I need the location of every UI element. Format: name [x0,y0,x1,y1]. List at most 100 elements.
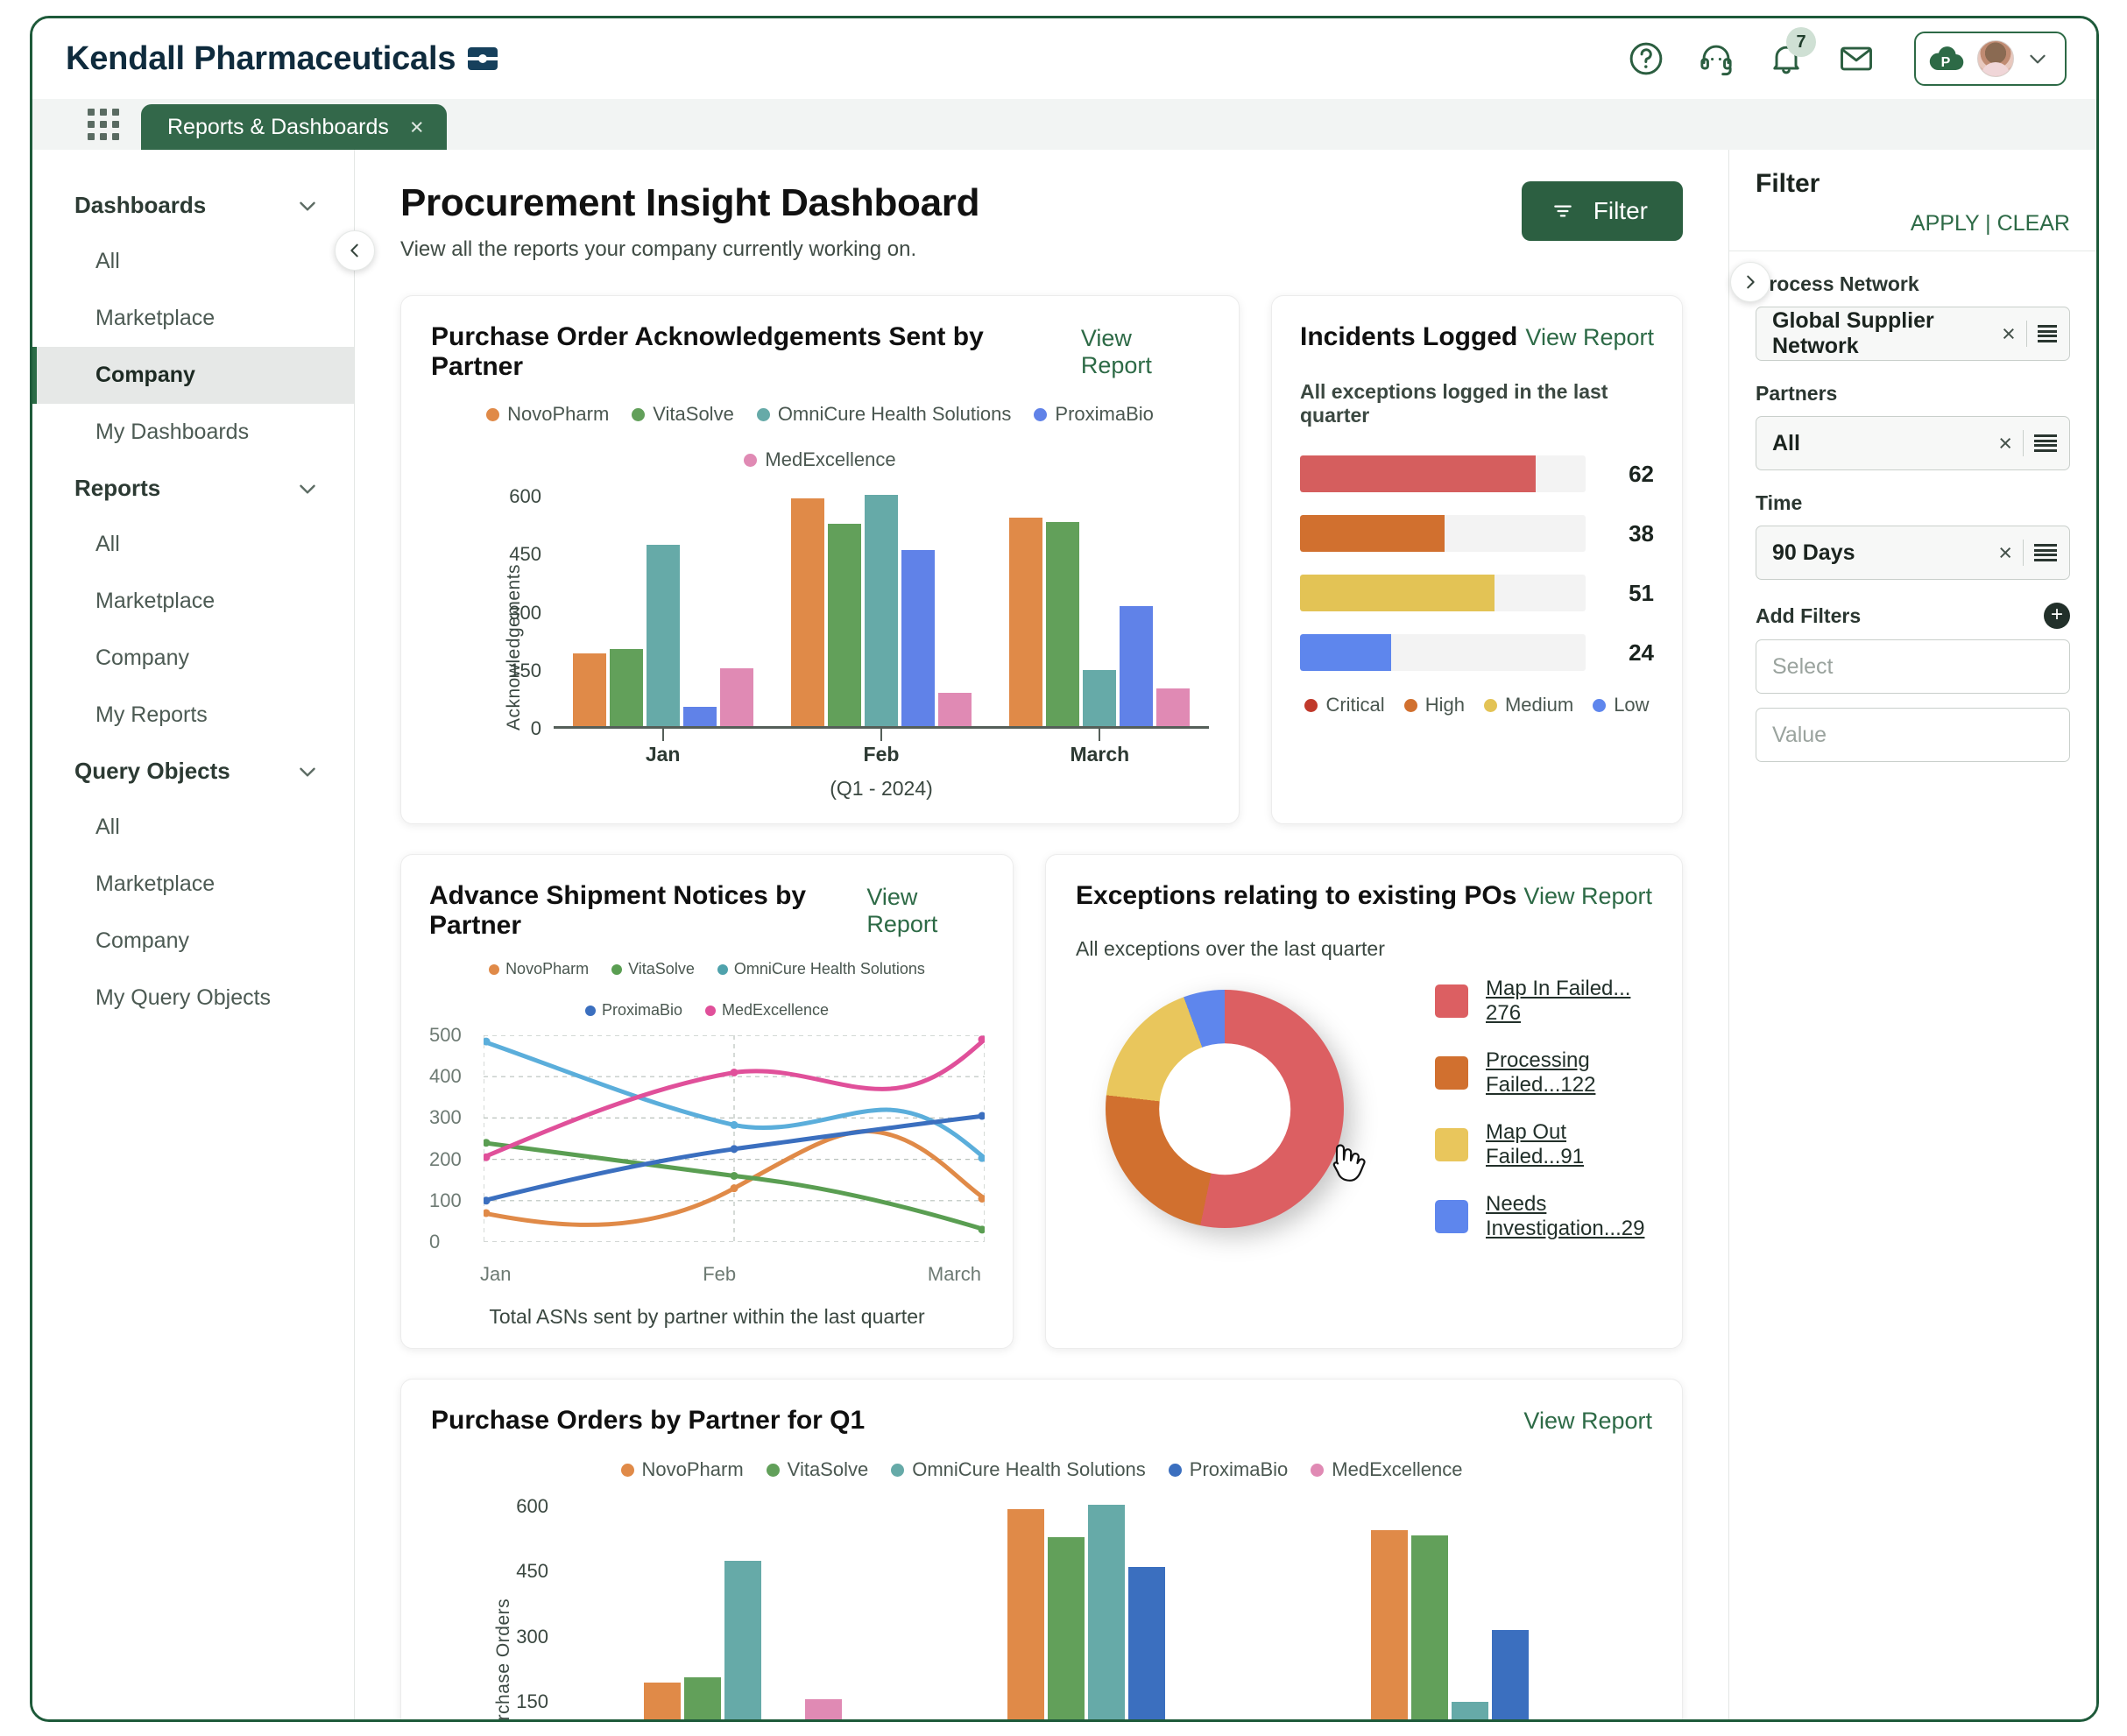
sidebar-item-dashboards-marketplace[interactable]: Marketplace [32,290,354,347]
bar[interactable] [901,550,935,726]
incident-bar-fill[interactable] [1300,515,1445,552]
bar[interactable] [609,648,643,726]
account-menu[interactable]: P [1914,32,2067,86]
bar[interactable] [683,1677,721,1719]
view-report-link[interactable]: View Report [866,884,985,938]
legend-label[interactable]: Processing Failed...122 [1486,1048,1652,1097]
bar[interactable] [1047,1537,1085,1719]
filter-button[interactable]: Filter [1521,181,1683,241]
bar[interactable] [937,692,972,726]
sidebar-item-reports-all[interactable]: All [32,516,354,573]
donut-graphic[interactable] [1106,990,1344,1228]
sidebar-item-dashboards-all[interactable]: All [32,233,354,290]
sidebar-group-reports[interactable]: Reports [32,461,354,516]
sidebar-group-query-objects[interactable]: Query Objects [32,744,354,799]
bar[interactable] [1120,606,1154,726]
field-time[interactable]: 90 Days × [1756,526,2070,580]
bar[interactable] [1452,1701,1489,1719]
apply-link[interactable]: APPLY [1911,211,1979,236]
sidebar-group-dashboards[interactable]: Dashboards [32,178,354,233]
bar[interactable] [790,498,824,726]
bar[interactable] [864,494,898,726]
data-point[interactable] [730,1184,738,1193]
legend-swatch [1483,698,1497,712]
bar[interactable] [1087,1505,1125,1719]
legend-label[interactable]: Needs Investigation...29 [1486,1192,1652,1241]
bar[interactable] [646,545,680,726]
bar[interactable] [1007,1508,1044,1719]
sidebar-item-my-query-objects[interactable]: My Query Objects [32,970,354,1027]
bar[interactable] [1083,670,1117,726]
value-filter-input[interactable]: Value [1756,708,2070,762]
donut-legend-item[interactable]: Needs Investigation...29 [1435,1192,1652,1241]
data-point[interactable] [730,1171,738,1180]
plus-icon[interactable]: + [2044,603,2070,629]
bar[interactable] [724,1561,761,1719]
chevron-down-icon[interactable] [296,194,319,217]
bar[interactable] [572,653,606,726]
mail-icon[interactable] [1837,39,1876,78]
bar[interactable] [719,667,753,726]
select-filter-input[interactable]: Select [1756,639,2070,694]
clear-link[interactable]: CLEAR [1997,211,2070,236]
close-icon[interactable]: × [410,114,424,141]
donut-legend-item[interactable]: Map In Failed... 276 [1435,977,1652,1026]
incident-bar-fill[interactable] [1300,634,1392,671]
list-icon[interactable] [2037,325,2057,342]
donut-legend-item[interactable]: Map Out Failed...91 [1435,1120,1652,1169]
y-tick-label: 150 [516,1690,548,1712]
view-report-link[interactable]: View Report [1525,324,1654,351]
close-icon[interactable]: × [1998,540,2012,567]
collapse-sidebar-button[interactable] [335,230,375,271]
card-incidents-logged: Incidents Logged View Report All excepti… [1271,295,1683,824]
bar[interactable] [804,1698,842,1719]
notifications-bell-icon[interactable]: 7 [1767,27,1816,78]
bar[interactable] [1411,1535,1449,1719]
bar[interactable] [1009,517,1043,726]
incident-bar-fill[interactable] [1300,575,1495,611]
bar[interactable] [1371,1529,1409,1719]
data-point[interactable] [730,1120,738,1129]
chevron-down-icon[interactable] [296,760,319,783]
chevron-down-icon[interactable] [296,477,319,500]
field-partners[interactable]: All × [1756,416,2070,470]
card-header: Exceptions relating to existing POs View… [1076,881,1652,911]
sidebar-item-query-marketplace[interactable]: Marketplace [32,856,354,913]
legend-label[interactable]: Map Out Failed...91 [1486,1120,1652,1169]
data-point[interactable] [730,1145,738,1154]
support-headset-icon[interactable] [1697,39,1735,78]
bar[interactable] [682,706,717,726]
close-icon[interactable]: × [2002,321,2016,348]
list-icon[interactable] [2034,544,2057,561]
bar[interactable] [1127,1566,1165,1719]
x-tick-label: Feb [863,743,900,766]
close-icon[interactable]: × [1998,430,2012,457]
app-grid-icon[interactable] [85,106,122,143]
data-point[interactable] [730,1068,738,1076]
view-report-link[interactable]: View Report [1523,1408,1652,1435]
list-icon[interactable] [2034,434,2057,452]
help-icon[interactable] [1627,39,1665,78]
sidebar-item-my-reports[interactable]: My Reports [32,687,354,744]
view-report-link[interactable]: View Report [1523,883,1652,910]
expand-filter-panel-button[interactable] [1730,262,1770,302]
donut-legend-item[interactable]: Processing Failed...122 [1435,1048,1652,1097]
bar[interactable] [643,1682,681,1719]
sidebar-item-my-dashboards[interactable]: My Dashboards [32,404,354,461]
sidebar-item-reports-marketplace[interactable]: Marketplace [32,573,354,630]
bar[interactable] [827,524,861,726]
sidebar-item-query-all[interactable]: All [32,799,354,856]
sidebar-item-dashboards-company[interactable]: Company [32,347,354,404]
chevron-down-icon[interactable] [2026,47,2049,70]
bar[interactable] [1156,688,1191,726]
field-process-network[interactable]: Global Supplier Network × [1756,307,2070,361]
bar[interactable] [1046,521,1080,726]
legend-label[interactable]: Map In Failed... 276 [1486,977,1652,1026]
bar[interactable] [1492,1629,1530,1719]
view-report-link[interactable]: View Report [1081,325,1209,379]
tab-reports-dashboards[interactable]: Reports & Dashboards × [141,104,447,150]
sidebar-item-query-company[interactable]: Company [32,913,354,970]
donut-chart-exceptions: Map In Failed... 276 Processing Failed..… [1076,977,1652,1241]
incident-bar-fill[interactable] [1300,455,1537,492]
sidebar-item-reports-company[interactable]: Company [32,630,354,687]
